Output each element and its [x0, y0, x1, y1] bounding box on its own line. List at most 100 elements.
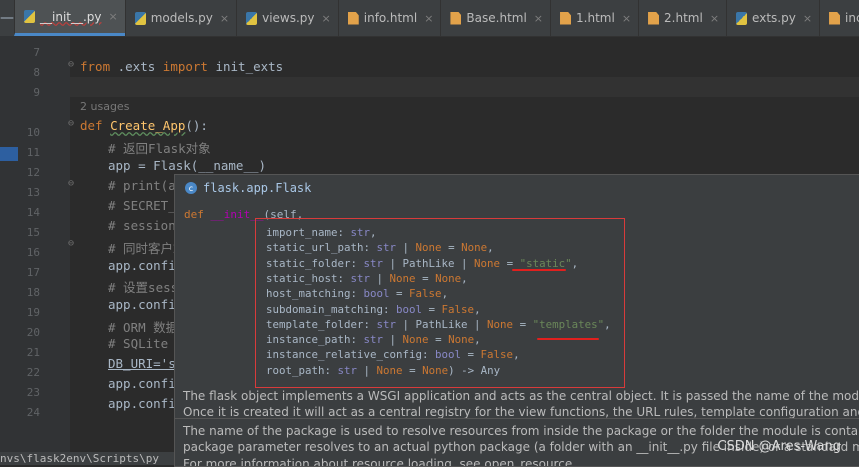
code-line-24[interactable]: app.confi: [108, 396, 176, 411]
editor-tab-bar: — __init__.py × models.py × views.py × info.ht…: [0, 0, 859, 37]
tab-label: Base.html: [466, 11, 527, 25]
usages-hint[interactable]: 2 usages: [80, 100, 129, 113]
code-line-15[interactable]: # session: [108, 218, 176, 233]
html-file-icon: [648, 11, 660, 25]
code-line-22[interactable]: DB_URI='s: [108, 356, 176, 371]
quick-documentation-popup[interactable]: c flask.app.Flask def __init__(self, imp…: [174, 174, 859, 467]
tab-8[interactable]: inc.html×: [819, 0, 859, 36]
doc-paragraph-3: For more information about resource load…: [183, 457, 577, 467]
tab-3[interactable]: info.html ×: [337, 0, 441, 36]
close-icon[interactable]: ×: [220, 12, 229, 25]
param-line: template_folder: str | PathLike | None =…: [266, 317, 611, 331]
line-number: 18: [26, 286, 40, 299]
line-number: 20: [26, 326, 40, 339]
html-file-icon: [450, 11, 462, 25]
line-number-gutter: 7 8 9 10 11 12 13 14 15 16 17 18 19 20 21 22 23 24 ⊖ ⊖ ⊖ ⊖: [0, 36, 74, 456]
tab-label: 1.html: [576, 11, 615, 25]
line-number: 17: [26, 266, 40, 279]
popup-title[interactable]: c flask.app.Flask: [185, 181, 311, 195]
fold-icon[interactable]: ⊖: [68, 118, 74, 129]
param-line: import_name: str,: [266, 226, 377, 239]
line-number: 12: [26, 166, 40, 179]
python-file-icon: [246, 11, 258, 25]
line-number: 13: [26, 186, 40, 199]
html-file-icon: [347, 11, 359, 25]
close-icon[interactable]: ×: [109, 10, 118, 23]
tab-label: exts.py: [752, 11, 796, 25]
close-icon[interactable]: ×: [424, 12, 433, 25]
line-number: 7: [33, 46, 40, 59]
tab-0[interactable]: __init__.py ×: [14, 0, 125, 36]
code-line-21[interactable]: # SQLite: [108, 336, 168, 351]
param-line: instance_path: str | None = None,: [266, 333, 481, 347]
param-line: subdomain_matching: bool = False,: [266, 302, 481, 316]
line-number: 8: [33, 66, 40, 79]
tab-label: info.html: [363, 11, 418, 25]
python-file-icon: [24, 10, 35, 23]
underline-templates-annotation: [537, 338, 599, 340]
code-line-20[interactable]: # ORM 数据: [108, 317, 178, 336]
close-icon[interactable]: ×: [803, 12, 812, 25]
line-number: 16: [26, 246, 40, 259]
fold-icon[interactable]: ⊖: [68, 178, 74, 189]
tab-label: views.py: [262, 11, 315, 25]
tab-label: 2.html: [664, 11, 703, 25]
param-line: static_host: str | None = None,: [266, 271, 468, 285]
param-line: host_matching: bool = False,: [266, 287, 449, 301]
code-line-12[interactable]: app = Flask(__name__): [108, 158, 266, 173]
code-line-13[interactable]: # print(a: [108, 178, 176, 193]
line-number: 10: [26, 126, 40, 139]
underline-static-annotation: [512, 269, 566, 271]
code-line-10[interactable]: def Create_App():: [80, 118, 208, 133]
code-line-8[interactable]: from .exts import init_exts: [80, 59, 283, 74]
python-file-icon: [134, 11, 146, 25]
tab-label: models.py: [150, 11, 213, 25]
caret-line-highlight: [70, 77, 859, 97]
code-line-18[interactable]: # 设置sess: [108, 277, 178, 296]
close-icon[interactable]: ×: [622, 12, 631, 25]
tab-1[interactable]: models.py ×: [124, 0, 236, 36]
class-icon: c: [185, 182, 197, 194]
param-line: static_folder: str | PathLike | None = "…: [266, 256, 579, 270]
code-line-11[interactable]: # 返回Flask对象: [108, 138, 211, 157]
close-icon[interactable]: ×: [534, 12, 543, 25]
minus-icon[interactable]: —: [0, 0, 14, 36]
fold-icon[interactable]: ⊖: [68, 59, 74, 70]
line-number: 24: [26, 406, 40, 419]
doc-divider: [175, 418, 859, 419]
line-number: 15: [26, 226, 40, 239]
watermark: CSDN @Ares-Wang: [717, 439, 841, 454]
line-number: 22: [26, 366, 40, 379]
line-number: 21: [26, 346, 40, 359]
code-line-23[interactable]: app.confi: [108, 376, 176, 391]
python-file-icon: [736, 11, 748, 25]
tab-5[interactable]: 1.html ×: [550, 0, 638, 36]
doc-paragraph-2a: The name of the package is used to resol…: [183, 424, 859, 438]
code-line-17[interactable]: app.confi: [108, 258, 176, 273]
line-number: 19: [26, 306, 40, 319]
param-line: static_url_path: str | None = None,: [266, 241, 494, 255]
param-line: root_path: str | None = None) -> Any: [266, 363, 501, 377]
doc-paragraph-1b: Once it is created it will act as a cent…: [183, 405, 859, 419]
html-file-icon: [560, 11, 572, 25]
tab-7[interactable]: exts.py ×: [726, 0, 819, 36]
highlighted-params-box: import_name: str, static_url_path: str | …: [255, 218, 625, 388]
close-icon[interactable]: ×: [710, 12, 719, 25]
tab-4[interactable]: Base.html ×: [440, 0, 550, 36]
code-line-19[interactable]: app.confi: [108, 297, 176, 312]
close-icon[interactable]: ×: [322, 12, 331, 25]
status-path: nvs\flask2env\Scripts\py: [0, 452, 174, 465]
tab-6[interactable]: 2.html ×: [638, 0, 726, 36]
tab-label: __init__.py: [40, 9, 102, 24]
code-line-14[interactable]: # SECRET_: [108, 198, 176, 213]
doc-paragraph-1a: The flask object implements a WSGI appli…: [183, 389, 859, 403]
line-number: 14: [26, 206, 40, 219]
line-number: 9: [33, 86, 40, 99]
fold-icon[interactable]: ⊖: [68, 238, 74, 249]
line-number: 23: [26, 386, 40, 399]
popup-class-name[interactable]: flask.app.Flask: [203, 181, 311, 195]
tab-2[interactable]: views.py ×: [236, 0, 338, 36]
param-line: instance_relative_config: bool = False,: [266, 348, 520, 362]
bookmark-marker[interactable]: [0, 147, 18, 161]
html-file-icon: [829, 11, 841, 25]
